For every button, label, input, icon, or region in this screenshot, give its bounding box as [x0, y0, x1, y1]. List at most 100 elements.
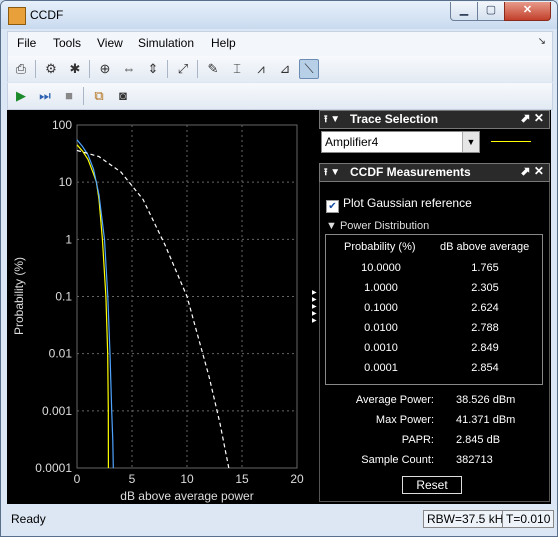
trace-selection-panel: ⭱ ▼ Trace Selection ⬈ ✕ Amplifier4 ▼: [319, 110, 550, 158]
x-tick-label: 0: [74, 472, 81, 486]
trace-selection-title: Trace Selection: [350, 112, 439, 126]
table-cell: 0.0100: [364, 322, 398, 334]
menu-tools[interactable]: Tools: [53, 36, 81, 50]
trace-color-swatch: [491, 141, 531, 142]
step-forward-icon[interactable]: ⏭: [35, 86, 55, 106]
plot-gaussian-checkbox[interactable]: ✔ Plot Gaussian reference: [326, 196, 472, 213]
average-power-label: Average Power:: [355, 394, 434, 406]
highlight-icon[interactable]: ⧉: [89, 86, 109, 106]
app-icon: [8, 7, 26, 25]
minimize-button[interactable]: ▁: [450, 2, 478, 21]
trace-select[interactable]: Amplifier4 ▼: [321, 131, 480, 153]
pin-icon[interactable]: ⭱ ▼: [324, 112, 340, 129]
settings-icon[interactable]: ⚙: [41, 59, 61, 79]
status-text: Ready: [11, 512, 46, 526]
y-tick-label: 0.0001: [35, 461, 72, 475]
y-tick-label: 100: [52, 118, 72, 132]
close-button[interactable]: ✕: [504, 2, 551, 21]
panel-close-icon[interactable]: ⬈ ✕: [521, 111, 544, 125]
y-axis-label: Probability (%): [12, 257, 26, 335]
window-title: CCDF: [30, 8, 64, 22]
power-distribution-toggle[interactable]: ▼ Power Distribution: [326, 220, 429, 232]
toolbar-separator: [83, 87, 84, 105]
table-cell: 0.0010: [364, 342, 398, 354]
panel-close-icon[interactable]: ⬈ ✕: [521, 164, 544, 178]
column-header-probability: Probability (%): [344, 241, 416, 253]
scope-content: 0 5 10 15 20 100 10 1 0.1 0.01 0.001 0.0001 dB abov…: [7, 110, 551, 504]
y-tick-label: 0.01: [49, 347, 73, 361]
table-cell: 2.624: [471, 302, 499, 314]
y-tick-label: 0.1: [55, 290, 72, 304]
x-tick-label: 20: [290, 472, 304, 486]
trace-selection-header: ⭱ ▼ Trace Selection ⬈ ✕: [319, 110, 550, 129]
maximize-button[interactable]: ▢: [477, 2, 505, 21]
table-cell: 0.1000: [364, 302, 398, 314]
run-icon[interactable]: ▶: [11, 86, 31, 106]
table-cell: 2.788: [471, 322, 499, 334]
table-cell: 0.0001: [364, 362, 398, 374]
table-cell: 2.849: [471, 342, 499, 354]
measure-cursor-icon[interactable]: ⌶: [227, 59, 247, 79]
max-power-value: 41.371 dBm: [456, 414, 516, 426]
max-power-label: Max Power:: [375, 414, 434, 426]
title-bar[interactable]: CCDF ▁ ▢ ✕: [1, 1, 557, 29]
average-power-value: 38.526 dBm: [456, 394, 516, 406]
peak-icon[interactable]: ⩘: [251, 59, 271, 79]
toolbar-separator: [35, 60, 36, 78]
ccdf-plot[interactable]: 0 5 10 15 20 100 10 1 0.1 0.01 0.001 0.0001 dB abov…: [7, 110, 319, 504]
power-distribution-label: Power Distribution: [339, 220, 430, 232]
y-tick-label: 0.001: [42, 404, 72, 418]
pin-icon[interactable]: ⭱ ▼: [324, 165, 340, 182]
toolbar-separator: [89, 60, 90, 78]
power-distribution-table: Probability (%) dB above average 10.0000…: [325, 234, 543, 385]
autoscale-icon[interactable]: ⤢: [173, 59, 193, 79]
time-readout: T=0.010: [502, 510, 555, 528]
menu-help[interactable]: Help: [211, 36, 236, 50]
table-cell: 1.0000: [364, 282, 398, 294]
x-axis-label: dB above average power: [120, 489, 253, 503]
zoom-y-icon[interactable]: ⇕: [143, 59, 163, 79]
stop-icon[interactable]: ■: [59, 86, 79, 106]
ccdf-measurements-title: CCDF Measurements: [350, 165, 471, 179]
ccdf-chart[interactable]: 0 5 10 15 20 100 10 1 0.1 0.01 0.001 0.0001 dB abov…: [7, 110, 319, 504]
table-cell: 1.765: [471, 262, 499, 274]
gear-icon[interactable]: ✱: [65, 59, 85, 79]
trace-select-value: Amplifier4: [325, 135, 379, 149]
zoom-x-icon[interactable]: ⇔: [119, 59, 139, 79]
chevron-down-icon[interactable]: ▼: [462, 132, 479, 152]
toolbar-simulation: ▶ ⏭ ■ ⧉ ◙: [7, 83, 553, 110]
print-icon[interactable]: ⎙: [11, 59, 31, 79]
sample-count-label: Sample Count:: [361, 454, 434, 466]
ccdf-window: CCDF ▁ ▢ ✕ File Tools View Simulation He…: [0, 0, 558, 537]
ccdf-icon[interactable]: ⟍: [299, 59, 319, 79]
x-tick-label: 15: [235, 472, 249, 486]
ccdf-measurements-panel: ⭱ ▼ CCDF Measurements ⬈ ✕ ✔ Plot Gaussian…: [319, 163, 550, 502]
menu-file[interactable]: File: [17, 36, 36, 50]
table-cell: 2.305: [471, 282, 499, 294]
reset-button[interactable]: Reset: [402, 476, 462, 494]
rbw-readout: RBW=37.5 kHz: [423, 510, 514, 528]
papr-label: PAPR:: [401, 434, 434, 446]
x-tick-label: 5: [129, 472, 136, 486]
checkbox-icon[interactable]: ✔: [326, 200, 339, 213]
papr-value: 2.845 dB: [456, 434, 501, 446]
distortion-icon[interactable]: ⊿: [275, 59, 295, 79]
toolbar-separator: [197, 60, 198, 78]
table-cell: 2.854: [471, 362, 499, 374]
toolbar-main: ⎙ ⚙ ✱ ⊕ ⇔ ⇕ ⤢ ✎ ⌶ ⩘ ⊿ ⟍: [7, 56, 553, 82]
edit-icon[interactable]: ✎: [203, 59, 223, 79]
ccdf-measurements-header: ⭱ ▼ CCDF Measurements ⬈ ✕: [319, 163, 550, 182]
sample-count-value: 382713: [456, 454, 493, 466]
zoom-in-icon[interactable]: ⊕: [95, 59, 115, 79]
menu-view[interactable]: View: [97, 36, 123, 50]
table-cell: 10.0000: [361, 262, 401, 274]
menu-bar: File Tools View Simulation Help ↘: [7, 31, 553, 57]
snapshot-icon[interactable]: ◙: [113, 86, 133, 106]
plot-gaussian-label: Plot Gaussian reference: [343, 196, 472, 210]
status-bar: Ready RBW=37.5 kHz T=0.010: [7, 507, 555, 531]
menu-simulation[interactable]: Simulation: [138, 36, 194, 50]
undock-arrow-icon[interactable]: ↘: [538, 36, 546, 47]
toolbar-separator: [167, 60, 168, 78]
y-tick-label: 1: [65, 232, 72, 246]
panel-splitter[interactable]: ▶ ▶ ▶ ▶ ▶: [312, 290, 317, 325]
